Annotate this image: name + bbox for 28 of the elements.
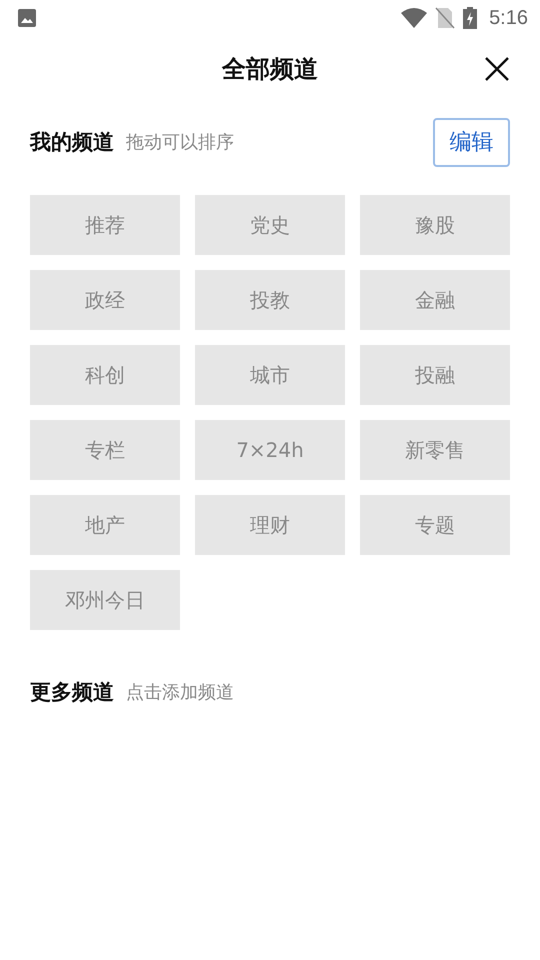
channel-tile[interactable]: 地产: [30, 495, 180, 555]
channel-tile[interactable]: 科创: [30, 345, 180, 405]
channel-tile[interactable]: 投融: [360, 345, 510, 405]
status-time: 5:16: [489, 6, 528, 30]
channel-tile[interactable]: 推荐: [30, 195, 180, 255]
channel-tile[interactable]: 新零售: [360, 420, 510, 480]
section-hint: 拖动可以排序: [126, 131, 234, 154]
channel-tile[interactable]: 专栏: [30, 420, 180, 480]
channel-tile[interactable]: 理财: [195, 495, 345, 555]
wifi-icon: [401, 7, 428, 29]
section-hint: 点击添加频道: [126, 681, 234, 704]
section-title: 我的频道: [30, 129, 114, 156]
channel-tile[interactable]: 政经: [30, 270, 180, 330]
no-sim-icon: [435, 7, 456, 29]
channel-tile[interactable]: 城市: [195, 345, 345, 405]
battery-charging-icon: [463, 7, 478, 29]
channel-tile[interactable]: 豫股: [360, 195, 510, 255]
page-title: 全部频道: [222, 54, 318, 85]
edit-button[interactable]: 编辑: [433, 118, 510, 166]
image-icon: [17, 8, 37, 28]
section-title: 更多频道: [30, 679, 114, 706]
channel-tile[interactable]: 7×24h: [195, 420, 345, 480]
channel-tile[interactable]: 专题: [360, 495, 510, 555]
channel-tile[interactable]: 邓州今日: [30, 570, 180, 630]
channel-tile[interactable]: 党史: [195, 195, 345, 255]
channel-tile[interactable]: 投教: [195, 270, 345, 330]
close-icon[interactable]: [484, 56, 510, 82]
channel-tile[interactable]: 金融: [360, 270, 510, 330]
